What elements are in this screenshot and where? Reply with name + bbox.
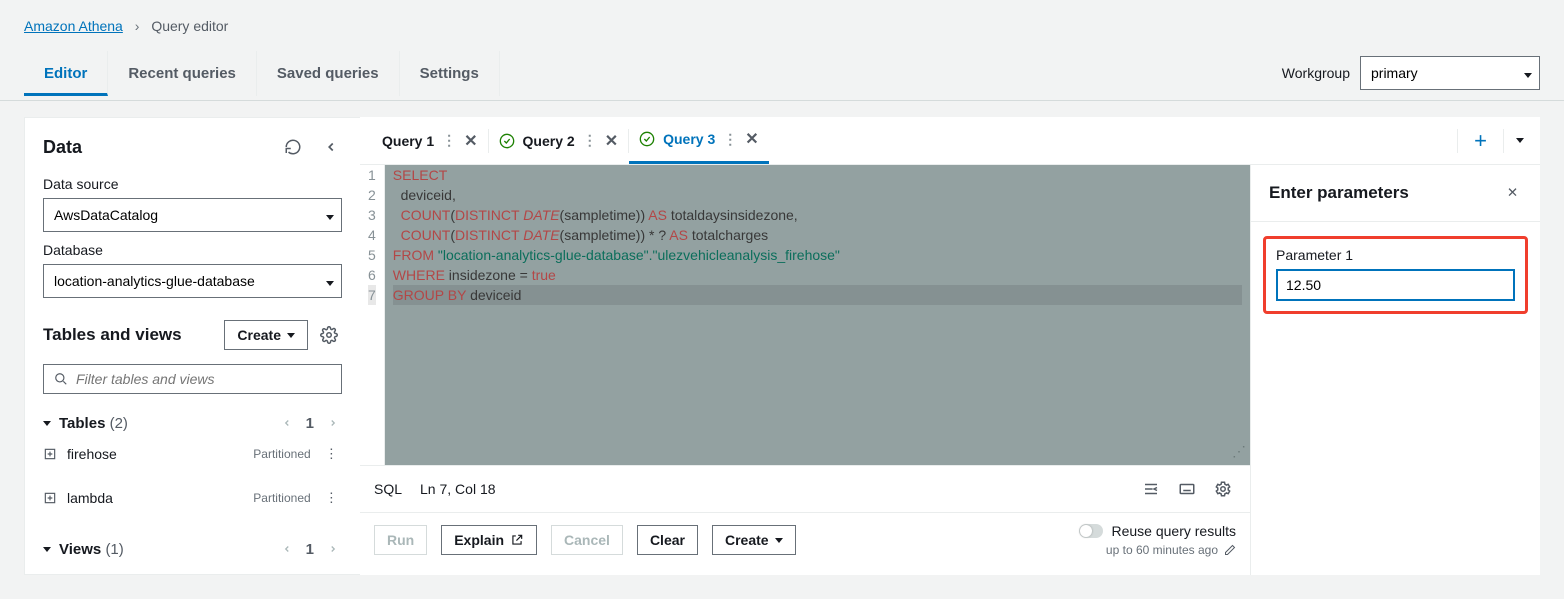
parameters-title: Enter parameters xyxy=(1269,183,1409,203)
create-table-button[interactable]: Create xyxy=(224,320,308,350)
format-icon[interactable] xyxy=(1138,476,1164,502)
data-source-label: Data source xyxy=(43,176,342,192)
collapse-sidebar-icon[interactable] xyxy=(320,134,342,160)
views-page-number: 1 xyxy=(306,541,314,558)
breadcrumb: Amazon Athena › Query editor xyxy=(0,0,1564,46)
tab-separator xyxy=(1457,129,1458,153)
add-tab-button[interactable]: + xyxy=(1466,128,1495,154)
tab-menu-icon[interactable]: ⋮ xyxy=(723,131,737,148)
workgroup-select[interactable]: primary xyxy=(1360,56,1540,90)
row-actions-icon[interactable]: ⋮ xyxy=(321,486,342,510)
query-tab-3[interactable]: Query 3 ⋮ ✕ xyxy=(629,118,769,164)
breadcrumb-separator: › xyxy=(135,18,140,34)
tab-editor[interactable]: Editor xyxy=(24,51,108,96)
views-prev-page[interactable] xyxy=(278,540,296,558)
reuse-results-detail: up to 60 minutes ago xyxy=(1106,543,1218,557)
table-row[interactable]: lambda Partitioned ⋮ xyxy=(43,476,342,520)
gear-icon[interactable] xyxy=(1210,476,1236,502)
table-name: lambda xyxy=(67,490,113,506)
tab-saved-queries[interactable]: Saved queries xyxy=(257,51,400,96)
chevron-down-icon xyxy=(287,333,295,338)
chevron-down-icon[interactable] xyxy=(43,547,51,552)
code-editor[interactable]: SELECT deviceid, COUNT(DISTINCT DATE(sam… xyxy=(385,165,1250,465)
chevron-down-icon[interactable] xyxy=(43,421,51,426)
views-heading: Views (1) xyxy=(59,541,124,558)
tab-overflow-button[interactable] xyxy=(1512,134,1528,147)
tables-prev-page[interactable] xyxy=(278,414,296,432)
tables-next-page[interactable] xyxy=(324,414,342,432)
query-tab-2[interactable]: Query 2 ⋮ ✕ xyxy=(489,118,629,164)
chevron-down-icon xyxy=(775,538,783,543)
breadcrumb-current: Query editor xyxy=(151,18,228,34)
tab-recent-queries[interactable]: Recent queries xyxy=(108,51,257,96)
success-icon xyxy=(639,131,655,147)
status-cursor-position: Ln 7, Col 18 xyxy=(420,481,496,497)
run-button[interactable]: Run xyxy=(374,525,427,555)
parameter-1-block: Parameter 1 xyxy=(1263,236,1528,314)
gear-icon[interactable] xyxy=(316,322,342,348)
clear-button[interactable]: Clear xyxy=(637,525,698,555)
close-tab-icon[interactable]: ✕ xyxy=(605,131,618,151)
views-next-page[interactable] xyxy=(324,540,342,558)
query-tab-1[interactable]: Query 1 ⋮ ✕ xyxy=(372,118,488,164)
partitioned-badge: Partitioned xyxy=(253,447,310,461)
refresh-icon[interactable] xyxy=(280,134,306,160)
data-source-select[interactable]: AwsDataCatalog xyxy=(43,198,342,232)
sidebar-title: Data xyxy=(43,137,82,158)
close-parameters-icon[interactable]: ✕ xyxy=(1503,181,1522,205)
create-button[interactable]: Create xyxy=(712,525,796,555)
expand-icon[interactable] xyxy=(43,447,57,461)
row-actions-icon[interactable]: ⋮ xyxy=(321,442,342,466)
keyboard-icon[interactable] xyxy=(1174,476,1200,502)
breadcrumb-root-link[interactable]: Amazon Athena xyxy=(24,18,123,34)
close-tab-icon[interactable]: ✕ xyxy=(464,131,477,151)
reuse-results-label: Reuse query results xyxy=(1111,523,1236,539)
tables-heading: Tables (2) xyxy=(59,415,128,432)
filter-tables-input-wrap[interactable] xyxy=(43,364,342,394)
tables-page-number: 1 xyxy=(306,415,314,432)
resize-handle-icon[interactable]: ⋰ xyxy=(1232,441,1246,461)
database-label: Database xyxy=(43,242,342,258)
tables-views-title: Tables and views xyxy=(43,325,182,345)
tab-settings[interactable]: Settings xyxy=(400,51,500,96)
workgroup-label: Workgroup xyxy=(1282,65,1350,81)
explain-button[interactable]: Explain xyxy=(441,525,537,555)
reuse-results-toggle[interactable] xyxy=(1079,524,1103,538)
close-tab-icon[interactable]: ✕ xyxy=(745,129,758,149)
tab-menu-icon[interactable]: ⋮ xyxy=(442,132,456,149)
success-icon xyxy=(499,133,515,149)
table-row[interactable]: firehose Partitioned ⋮ xyxy=(43,432,342,476)
search-icon xyxy=(54,372,68,386)
status-language: SQL xyxy=(374,481,402,497)
cancel-button[interactable]: Cancel xyxy=(551,525,623,555)
tab-separator xyxy=(1503,129,1504,153)
external-link-icon xyxy=(510,533,524,547)
expand-icon[interactable] xyxy=(43,491,57,505)
filter-tables-input[interactable] xyxy=(76,371,331,387)
tab-menu-icon[interactable]: ⋮ xyxy=(583,132,597,149)
partitioned-badge: Partitioned xyxy=(253,491,310,505)
database-select[interactable]: location-analytics-glue-database xyxy=(43,264,342,298)
parameter-1-input[interactable] xyxy=(1276,269,1515,301)
table-name: firehose xyxy=(67,446,117,462)
line-gutter: 1234567 xyxy=(360,165,385,465)
edit-icon[interactable] xyxy=(1224,544,1236,556)
parameter-1-label: Parameter 1 xyxy=(1276,247,1515,263)
